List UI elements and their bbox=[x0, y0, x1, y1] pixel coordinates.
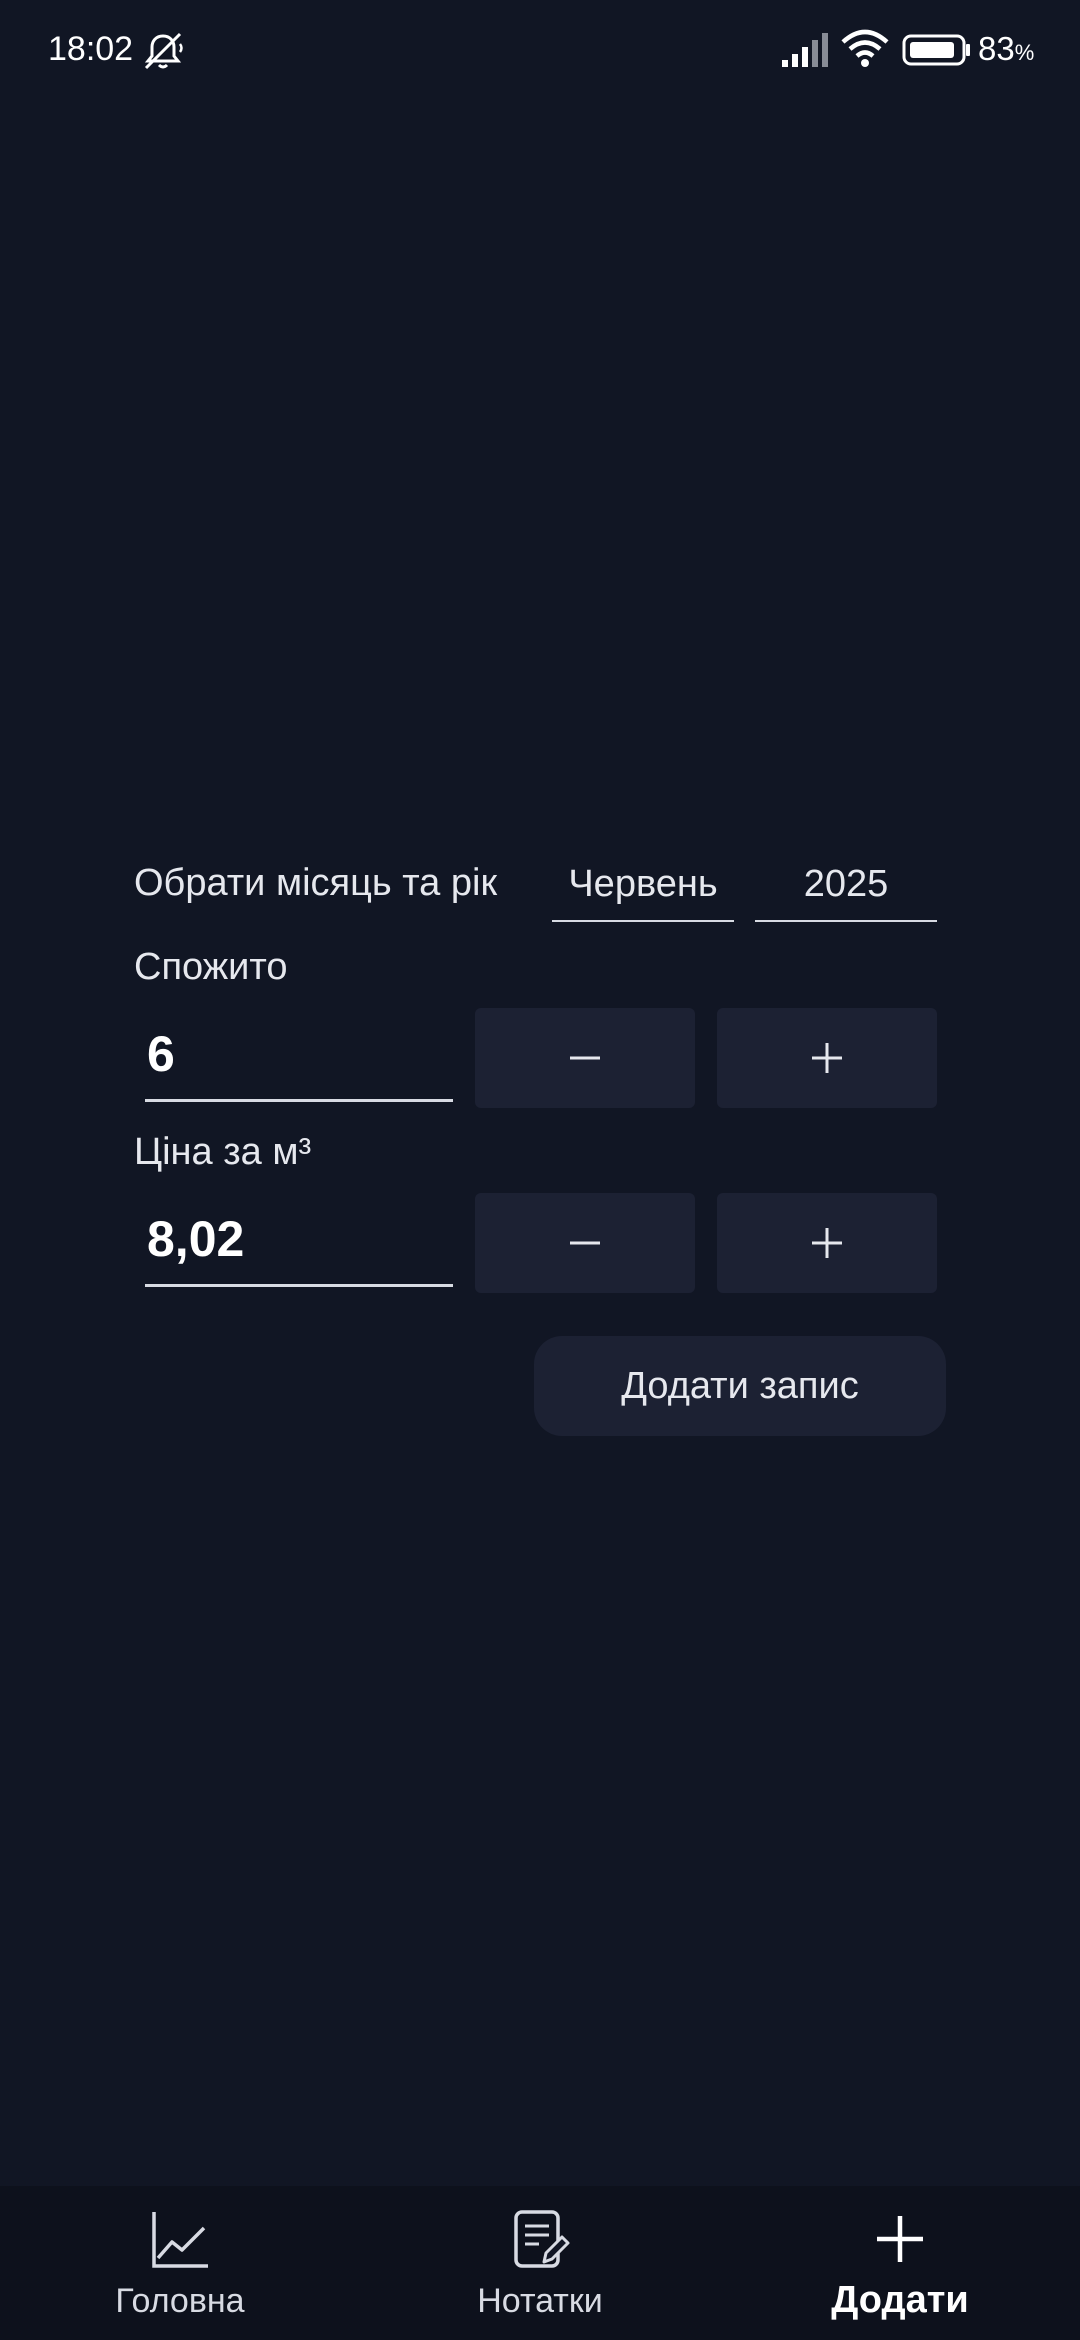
consumed-input[interactable]: 6 bbox=[145, 1014, 453, 1102]
notes-icon bbox=[514, 2210, 570, 2268]
consumed-label: Спожито bbox=[134, 946, 288, 988]
price-increment-button[interactable] bbox=[717, 1193, 937, 1293]
signal-icon bbox=[782, 33, 828, 67]
nav-item-add[interactable]: Додати bbox=[720, 2186, 1080, 2340]
price-decrement-button[interactable] bbox=[475, 1193, 695, 1293]
status-bar: 18:02 83% bbox=[0, 0, 1080, 100]
consumed-increment-button[interactable] bbox=[717, 1008, 937, 1108]
minus-icon bbox=[570, 1241, 600, 1245]
price-label: Ціна за м³ bbox=[134, 1131, 312, 1173]
screen: 18:02 83% Обрати місяць та рік Червень 2… bbox=[0, 0, 1080, 2340]
bottom-nav: Головна Нотатки Додати bbox=[0, 2186, 1080, 2340]
month-year-label: Обрати місяць та рік bbox=[134, 862, 498, 904]
plus-icon bbox=[877, 2216, 923, 2262]
month-select[interactable]: Червень bbox=[552, 856, 734, 922]
battery-icon bbox=[902, 34, 970, 66]
year-select[interactable]: 2025 bbox=[755, 856, 937, 922]
battery-percent: 83% bbox=[978, 30, 1035, 67]
plus-icon bbox=[812, 1043, 842, 1073]
minus-icon bbox=[570, 1056, 600, 1060]
add-record-button[interactable]: Додати запис bbox=[534, 1336, 946, 1436]
nav-label-add: Додати bbox=[831, 2279, 969, 2321]
plus-icon bbox=[812, 1228, 842, 1258]
wifi-icon bbox=[841, 29, 889, 67]
nav-item-home[interactable]: Головна bbox=[0, 2186, 360, 2340]
nav-label-notes: Нотатки bbox=[477, 2282, 603, 2320]
nav-label-home: Головна bbox=[115, 2282, 245, 2320]
price-input[interactable]: 8,02 bbox=[145, 1199, 453, 1287]
consumed-decrement-button[interactable] bbox=[475, 1008, 695, 1108]
nav-item-notes[interactable]: Нотатки bbox=[360, 2186, 720, 2340]
mute-icon bbox=[144, 32, 183, 70]
status-time: 18:02 bbox=[48, 30, 134, 68]
chart-line-icon bbox=[152, 2212, 208, 2268]
